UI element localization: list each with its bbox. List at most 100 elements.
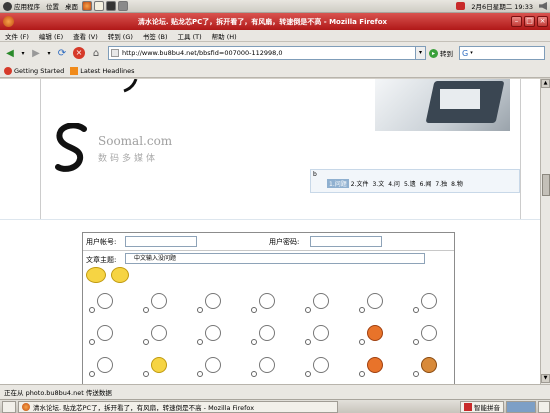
emoticon-icon[interactable] [151,325,167,341]
menu-tools[interactable]: 工具 (T) [173,31,207,41]
emoticon-radio[interactable] [251,339,257,345]
show-desktop-button[interactable] [2,400,16,413]
emoticon-icon[interactable] [421,293,437,309]
forum-tab-5[interactable]: 5.遗 [402,179,418,188]
url-input[interactable]: http://www.bu8bu4.net/bbsfid=007000-1129… [119,49,283,57]
forum-tab-4[interactable]: 4.问 [386,179,402,188]
emoticon-radio[interactable] [359,307,365,313]
emoticon-radio[interactable] [413,307,419,313]
menu-edit[interactable]: 编辑 (E) [34,31,68,41]
editor-launcher-icon[interactable] [118,1,128,11]
emoticon-radio[interactable] [251,371,257,377]
scroll-thumb[interactable] [542,174,550,196]
applications-menu[interactable]: 应用程序 [0,0,43,13]
maximize-button[interactable]: □ [524,16,535,27]
bookmark-getting-started[interactable]: Getting Started [4,66,64,75]
desktop-menu[interactable]: 桌面 [62,0,81,13]
menu-file[interactable]: 文件 (F) [0,31,34,41]
emoticon-icon[interactable] [205,357,221,373]
emoticon-icon[interactable] [97,357,113,373]
bookmark-latest-headlines[interactable]: Latest Headlines [70,66,135,75]
places-menu[interactable]: 位置 [43,0,62,13]
firefox-launcher-icon[interactable] [82,1,92,11]
window-titlebar[interactable]: 清水论坛. 贴龙芯PC了，拆开看了，有风扇，转速倒是不高 - Mozilla F… [0,13,550,30]
emoticon-icon[interactable] [97,325,113,341]
network-icon[interactable] [453,0,468,13]
minimize-button[interactable]: – [511,16,522,27]
forum-tab-6[interactable]: 6.闻 [418,179,434,188]
taskbar-firefox-window[interactable]: 清水论坛. 贴龙芯PC了，拆开看了，有风扇，转速倒是不高 - Mozilla F… [18,400,338,413]
emoticon-radio[interactable] [197,307,203,313]
forum-tab-8[interactable]: 8.物 [449,179,465,188]
emoticon-icon[interactable] [259,325,275,341]
stop-icon[interactable]: × [72,46,86,60]
search-input[interactable]: G ▾ [459,46,545,60]
password-input[interactable] [310,236,382,247]
emoticon-radio[interactable] [305,307,311,313]
emoticon-icon[interactable] [151,357,167,373]
emoticon-radio[interactable] [413,371,419,377]
reload-icon[interactable]: ⟳ [55,46,69,60]
trash-icon[interactable] [538,400,550,413]
emoticon-icon[interactable] [367,357,383,373]
menu-go[interactable]: 转到 (G) [103,31,138,41]
emoticon-radio[interactable] [413,339,419,345]
emoticon-icon[interactable] [86,267,106,283]
emoticon-radio[interactable] [305,371,311,377]
emoticon-icon[interactable] [259,293,275,309]
clock[interactable]: 2月6日星期二 19:33 [468,0,536,13]
emoticon-icon[interactable] [205,325,221,341]
forward-dropdown-icon[interactable]: ▾ [46,46,52,60]
emoticon-radio[interactable] [143,307,149,313]
emoticon-radio[interactable] [305,339,311,345]
ime-indicator[interactable]: 智能拼音 [460,400,504,413]
emoticon-radio[interactable] [143,339,149,345]
emoticon-radio[interactable] [359,371,365,377]
emoticon-radio[interactable] [89,307,95,313]
menu-help[interactable]: 帮助 (H) [207,31,242,41]
go-button[interactable]: ▸ 转到 [429,48,453,58]
emoticon-radio[interactable] [359,339,365,345]
subject-input[interactable]: 中文输入没问题 [125,253,425,264]
forum-tab-2[interactable]: 2.文件 [349,179,371,188]
volume-icon[interactable] [536,0,550,13]
home-icon[interactable]: ⌂ [89,46,103,60]
vertical-scrollbar[interactable]: ▲ ▼ [540,79,550,384]
url-dropdown-icon[interactable]: ▾ [416,46,426,60]
menu-view[interactable]: 查看 (V) [68,31,103,41]
emoticon-radio[interactable] [89,371,95,377]
emoticon-icon[interactable] [151,293,167,309]
emoticon-icon[interactable] [205,293,221,309]
emoticon-icon[interactable] [367,293,383,309]
workspace-switcher[interactable] [506,400,536,413]
emoticon-icon[interactable] [313,325,329,341]
emoticon-icon[interactable] [313,357,329,373]
emoticon-radio[interactable] [197,339,203,345]
emoticon-icon[interactable] [421,357,437,373]
forum-tab-7[interactable]: 7.独 [433,179,449,188]
emoticon-icon[interactable] [97,293,113,309]
emoticon-icon[interactable] [421,325,437,341]
search-dropdown-icon[interactable]: ▾ [470,50,473,56]
emoticon-icon[interactable] [259,357,275,373]
terminal-launcher-icon[interactable] [106,1,116,11]
back-icon[interactable]: ◀ [3,46,17,60]
username-input[interactable] [125,236,197,247]
back-dropdown-icon[interactable]: ▾ [20,46,26,60]
scroll-up-icon[interactable]: ▲ [541,79,550,88]
scroll-down-icon[interactable]: ▼ [541,374,550,383]
forum-tab-3[interactable]: 3.文 [370,179,386,188]
emoticon-icon[interactable] [367,325,383,341]
emoticon-icon[interactable] [111,267,129,283]
mail-launcher-icon[interactable] [94,1,104,11]
emoticon-radio[interactable] [197,371,203,377]
emoticon-radio[interactable] [143,371,149,377]
menu-bookmarks[interactable]: 书签 (B) [138,31,173,41]
emoticon-radio[interactable] [89,339,95,345]
forum-tab-1[interactable]: 1.问题 [327,179,349,188]
emoticon-icon[interactable] [313,293,329,309]
emoticon-radio[interactable] [251,307,257,313]
close-button[interactable]: × [537,16,548,27]
forward-icon[interactable]: ▶ [29,46,43,60]
url-bar[interactable]: http://www.bu8bu4.net/bbsfid=007000-1129… [108,46,416,60]
